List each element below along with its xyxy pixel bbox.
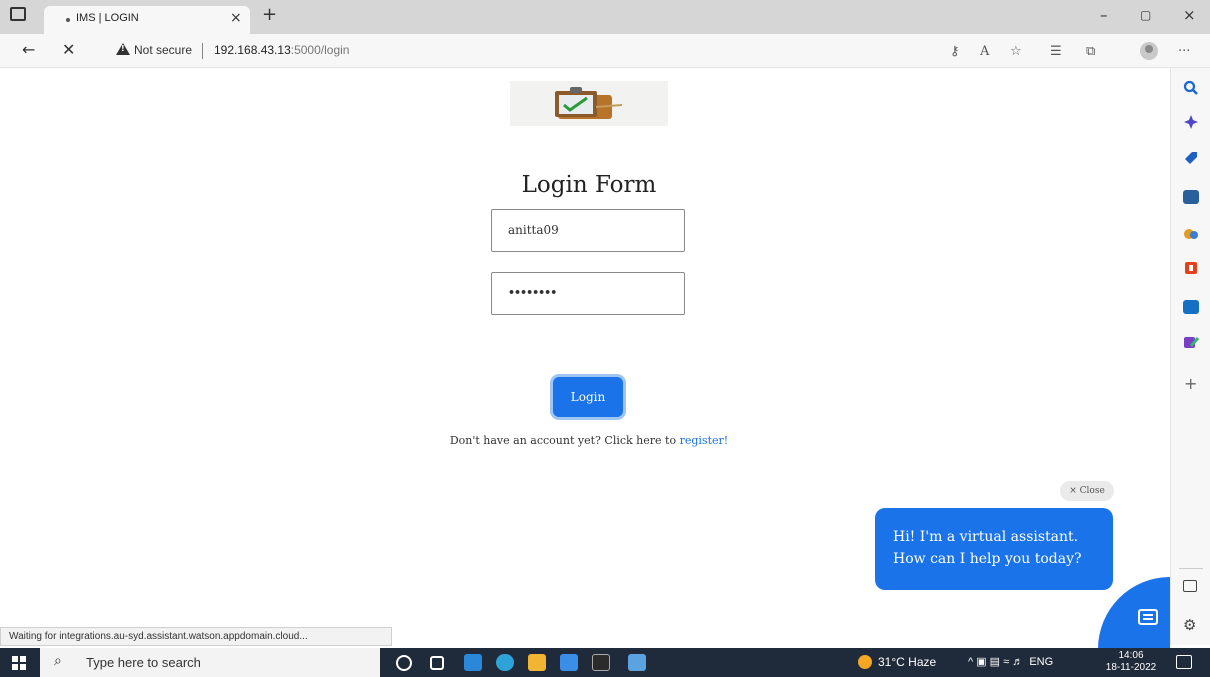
search-icon: ⌕	[54, 653, 62, 669]
favorites-icon[interactable]: ☰	[1050, 44, 1062, 59]
clock-date: 18-11-2022	[1105, 662, 1157, 673]
url-text[interactable]: 192.168.43.13:5000/login	[214, 43, 349, 57]
tab-actions-icon[interactable]	[10, 7, 26, 21]
layout-icon[interactable]	[1183, 580, 1197, 592]
chat-greeting-line-1: Hi! I'm a virtual assistant.	[893, 529, 1079, 545]
register-link[interactable]: register!	[680, 434, 729, 447]
page-title: Login Form	[521, 172, 657, 198]
tab-loading-icon	[66, 18, 70, 22]
edge-icon[interactable]	[496, 654, 514, 671]
minimize-button[interactable]: –	[1100, 6, 1108, 24]
add-icon[interactable]: +	[1184, 374, 1197, 393]
terminal-icon[interactable]	[592, 654, 610, 671]
gear-icon[interactable]: ⚙	[1183, 616, 1196, 634]
close-window-button[interactable]: ×	[1183, 6, 1196, 24]
file-explorer-icon[interactable]	[528, 654, 546, 671]
drop-icon[interactable]	[1183, 334, 1199, 350]
address-separator	[202, 43, 203, 59]
login-button[interactable]: Login	[553, 377, 623, 417]
password-input[interactable]: ••••••••	[491, 272, 685, 315]
search-placeholder: Type here to search	[86, 655, 201, 670]
language-indicator[interactable]: ENG	[1029, 656, 1053, 668]
key-icon[interactable]: ⚷	[950, 44, 960, 59]
security-label[interactable]: Not secure	[134, 43, 192, 57]
restore-button[interactable]: ▢	[1140, 8, 1151, 22]
profile-icon[interactable]	[1140, 42, 1158, 60]
tab-title: IMS | LOGIN	[76, 12, 139, 24]
office-icon[interactable]	[1183, 260, 1199, 276]
chat-greeting-line-2: How can I help you today?	[893, 551, 1082, 567]
taskbar-search-input[interactable]: ⌕ Type here to search	[40, 648, 380, 677]
chat-icon	[1138, 609, 1158, 625]
new-tab-button[interactable]: +	[262, 4, 277, 25]
username-input[interactable]: anitta09	[491, 209, 685, 252]
weather-widget[interactable]: 31°C Haze	[858, 655, 936, 669]
password-mask: ••••••••	[508, 286, 557, 299]
games-icon[interactable]	[1183, 226, 1199, 242]
navigation-bar: ← ✕ Not secure 192.168.43.13:5000/login …	[0, 34, 1210, 68]
edge-sidebar: + ⚙	[1170, 68, 1210, 645]
tab-ims-login[interactable]: IMS | LOGIN ×	[44, 6, 250, 34]
clock-time: 14:06	[1118, 650, 1144, 661]
stop-loading-icon[interactable]: ✕	[62, 40, 75, 59]
notes-icon[interactable]	[628, 654, 646, 671]
back-arrow-icon[interactable]: ←	[22, 40, 35, 59]
collections-icon[interactable]: ⧉	[1086, 44, 1095, 59]
outlook-icon[interactable]	[1183, 300, 1199, 314]
register-prompt: Don't have an account yet? Click here to…	[400, 434, 778, 447]
register-text: Don't have an account yet? Click here to	[449, 434, 680, 447]
windows-start-icon[interactable]	[12, 656, 26, 670]
url-path: :5000/login	[290, 43, 350, 57]
weather-icon	[858, 655, 872, 669]
chat-close-button[interactable]: × Close	[1060, 481, 1114, 501]
warning-icon[interactable]	[116, 43, 130, 55]
windows-taskbar: ⌕ Type here to search 31°C Haze ^ ▣ ▤ ≈ …	[0, 648, 1210, 677]
mail-icon[interactable]	[464, 654, 482, 671]
taskbar-clock[interactable]: 14:06 18-11-2022	[1100, 650, 1162, 674]
ims-logo	[510, 81, 668, 126]
tab-strip: IMS | LOGIN × + – ▢ ×	[0, 0, 1210, 34]
notification-icon[interactable]	[1176, 655, 1192, 669]
system-tray[interactable]: ^ ▣ ▤ ≈ ♬ ENG	[968, 655, 1053, 668]
briefcase-icon[interactable]	[1183, 190, 1199, 204]
read-aloud-icon[interactable]: A	[980, 44, 989, 59]
task-view-icon[interactable]	[430, 656, 444, 670]
weather-text: 31°C Haze	[878, 655, 937, 669]
more-icon[interactable]: ···	[1178, 44, 1190, 59]
favorite-add-icon[interactable]: ☆	[1010, 44, 1022, 59]
store-icon[interactable]	[560, 654, 578, 671]
username-value: anitta09	[508, 223, 559, 237]
tray-icons: ^ ▣ ▤ ≈ ♬	[968, 656, 1030, 668]
sidebar-divider	[1179, 568, 1203, 569]
sparkle-icon[interactable]	[1183, 114, 1199, 130]
url-host: 192.168.43.13	[214, 43, 291, 57]
clipboard-icon	[555, 87, 623, 119]
tab-close-icon[interactable]: ×	[230, 10, 242, 26]
search-icon[interactable]	[1183, 80, 1199, 96]
tag-icon[interactable]	[1183, 150, 1199, 166]
status-bar: Waiting for integrations.au-syd.assistan…	[0, 627, 392, 646]
cortana-icon[interactable]	[396, 655, 412, 671]
chat-greeting-bubble[interactable]: Hi! I'm a virtual assistant. How can I h…	[875, 508, 1113, 590]
